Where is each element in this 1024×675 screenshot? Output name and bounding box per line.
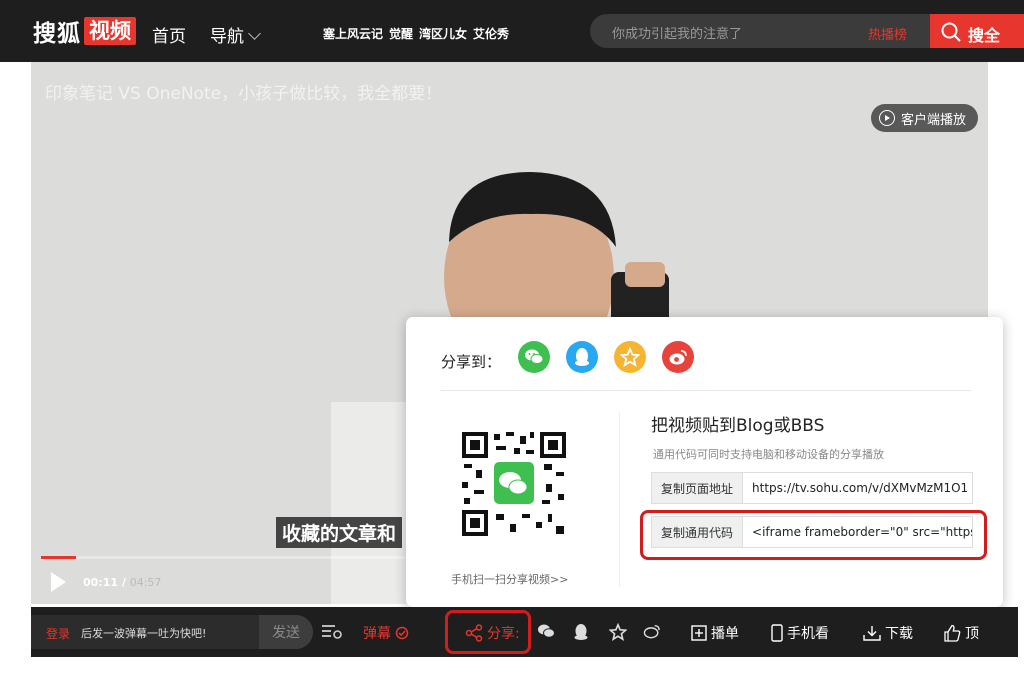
share-weibo-mini[interactable]	[643, 623, 661, 639]
star-icon	[609, 623, 627, 641]
highlight-box-share	[445, 610, 531, 654]
phone-icon	[771, 624, 783, 642]
share-targets	[518, 341, 694, 373]
play-circle-icon	[878, 110, 895, 126]
search-placeholder: 你成功引起我的注意了	[612, 27, 743, 42]
download-button[interactable]: 下载	[863, 623, 913, 643]
play-icon[interactable]	[51, 572, 66, 592]
client-play-label: 客户端播放	[900, 112, 966, 128]
weibo-icon	[643, 624, 660, 639]
send-danmu-button[interactable]: 发送	[259, 615, 313, 649]
wechat-icon	[538, 624, 555, 638]
logo-badge: 视频	[84, 17, 136, 45]
like-button[interactable]: 顶	[943, 623, 979, 643]
highlight-box-embed-code	[640, 510, 987, 560]
current-time: 00:11	[83, 576, 119, 589]
qq-icon	[574, 624, 588, 640]
like-label: 顶	[965, 626, 979, 642]
share-qq-mini[interactable]	[573, 623, 589, 641]
download-label: 下载	[885, 626, 913, 642]
page-url-row: 复制页面地址 https://tv.sohu.com/v/dXMvMzM1O1	[651, 472, 973, 504]
mobile-watch-label: 手机看	[787, 626, 829, 642]
time-display: 00:11 / 04:57	[83, 576, 162, 589]
share-vertical-divider	[619, 412, 620, 587]
hot-tag[interactable]: 觉醒	[389, 25, 413, 42]
danmu-input[interactable]: 登录 后发一波弹幕一吐为快吧! 发送	[31, 615, 313, 649]
qq-icon[interactable]	[566, 341, 598, 373]
thumbs-up-icon	[944, 624, 961, 642]
nav-guide-menu[interactable]: 导航	[210, 22, 261, 47]
danmu-toggle[interactable]: 弹幕	[363, 623, 409, 643]
chevron-down-icon	[248, 27, 261, 40]
share-qr-code	[460, 430, 568, 538]
video-title: 印象笔记 VS OneNote，小孩子做比较，我全都要！	[45, 84, 443, 104]
hot-tag[interactable]: 湾区儿女	[419, 25, 467, 42]
danmu-placeholder: 后发一波弹幕一吐为快吧!	[81, 627, 207, 640]
search-button-label: 搜全	[968, 26, 1001, 45]
sohu-video-logo[interactable]: 搜狐 视频	[33, 16, 136, 47]
page-url-field[interactable]: https://tv.sohu.com/v/dXMvMzM1O1	[743, 481, 972, 495]
danmu-settings-button[interactable]	[321, 623, 343, 639]
share-divider	[441, 390, 971, 391]
danmu-settings-icon	[322, 625, 342, 639]
mobile-watch-button[interactable]: 手机看	[771, 623, 829, 643]
share-popup: 分享到： 手机扫一扫分享视频>> 把视频贴到Blog或BBS 通用代码可同时支持…	[406, 317, 1003, 607]
share-to-label: 分享到：	[441, 353, 502, 371]
copy-url-button[interactable]: 复制页面地址	[652, 473, 744, 503]
login-link[interactable]: 登录	[46, 625, 70, 642]
video-subtitle: 收藏的文章和	[276, 517, 403, 548]
weibo-icon[interactable]	[662, 341, 694, 373]
logo-text: 搜狐	[33, 21, 81, 47]
hot-tag[interactable]: 艾伦秀	[473, 25, 509, 42]
hot-rank-link[interactable]: 热播榜	[868, 24, 907, 43]
wechat-icon[interactable]	[518, 341, 550, 373]
search-icon	[941, 22, 961, 42]
embed-description: 通用代码可同时支持电脑和移动设备的分享播放	[653, 448, 884, 461]
nav-guide-label: 导航	[210, 27, 244, 47]
embed-title: 把视频贴到Blog或BBS	[651, 416, 825, 436]
progress-fill	[41, 556, 76, 559]
hot-tags: 塞上风云记 觉醒 湾区儿女 艾伦秀	[323, 25, 509, 42]
danmu-label: 弹幕	[363, 626, 391, 642]
total-time: 04:57	[129, 576, 162, 589]
share-wechat-mini[interactable]	[537, 623, 555, 639]
client-play-button[interactable]: 客户端播放	[870, 104, 978, 132]
qzone-icon[interactable]	[614, 341, 646, 373]
playlist-label: 播单	[711, 626, 739, 642]
qr-caption[interactable]: 手机扫一扫分享视频>>	[451, 571, 568, 587]
nav-home-link[interactable]: 首页	[152, 22, 186, 47]
check-circle-icon	[395, 626, 409, 640]
share-qzone-mini[interactable]	[609, 623, 627, 641]
add-box-icon	[691, 625, 707, 641]
hot-tag[interactable]: 塞上风云记	[323, 25, 383, 42]
playlist-button[interactable]: 播单	[691, 623, 739, 643]
download-icon	[863, 626, 881, 641]
top-navbar: 搜狐 视频 首页 导航 塞上风云记 觉醒 湾区儿女 艾伦秀 你成功引起我的注意了…	[0, 0, 1024, 62]
search-button[interactable]: 搜全	[930, 14, 1024, 48]
